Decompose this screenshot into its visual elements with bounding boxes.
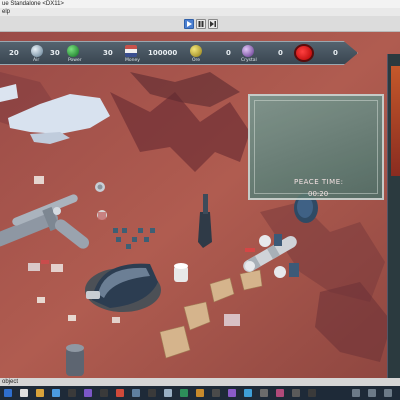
taskbar [0,386,400,400]
step-icon [210,21,216,27]
right-side-panel [387,54,400,378]
play-button[interactable] [184,19,194,29]
money-flag-icon [125,45,137,57]
resource-power-value: 30 [103,49,113,57]
pause-icon [198,21,204,27]
crystal-globe-icon [242,45,254,57]
right-panel-preview [391,66,400,176]
files-icon[interactable] [292,389,300,397]
editor-icon[interactable] [100,389,108,397]
resource-air-value: 30 [50,49,60,57]
menu-bar: elp [0,8,400,16]
mars-terrain [0,32,400,378]
resource-ore-value: 0 [226,49,231,57]
resource-crystal-value: 0 [278,49,283,57]
peace-time-value: 00:20 [308,190,329,198]
tool-icon[interactable] [132,389,140,397]
folder-icon[interactable] [36,389,44,397]
vs-icon[interactable] [228,389,236,397]
music-icon[interactable] [276,389,284,397]
terminal-icon[interactable] [212,389,220,397]
pause-button[interactable] [196,19,206,29]
resource-air-label: Air [33,58,40,63]
peace-time-label: PEACE TIME: [294,178,344,186]
alert-icon[interactable] [294,44,314,62]
status-bar: object [0,378,400,386]
resource-power-label: Power [68,58,82,63]
app-icon[interactable] [84,389,92,397]
chat-icon[interactable] [180,389,188,397]
air-globe-icon [31,45,43,57]
ore-globe-icon [190,45,202,57]
misc-icon[interactable] [308,389,316,397]
window-icon[interactable] [164,389,172,397]
window-title: ue Standalone <DX11> [2,1,64,7]
network-icon[interactable] [384,389,392,397]
resource-hud: 20 30 Air 30 Power 100000 Money 0 Ore 0 … [0,41,358,65]
unreal-icon[interactable] [68,389,76,397]
search-icon[interactable] [20,389,28,397]
media-icon[interactable] [116,389,124,397]
resource-money-value: 100000 [148,49,178,57]
tray-icon[interactable] [352,389,360,397]
mail-icon[interactable] [244,389,252,397]
volume-icon[interactable] [368,389,376,397]
resource-money-label: Money [125,58,140,63]
menu-item-help[interactable]: elp [2,8,10,16]
settings-icon[interactable] [260,389,268,397]
image-icon[interactable] [196,389,204,397]
resource-alert-value: 0 [333,49,338,57]
start-icon[interactable] [4,389,12,397]
browser-icon[interactable] [52,389,60,397]
power-globe-icon [67,45,79,57]
title-bar: ue Standalone <DX11> [0,0,400,8]
game-icon[interactable] [148,389,156,397]
resource-unknown-value: 20 [9,49,19,57]
play-toolbar [0,16,400,32]
game-viewport[interactable]: 20 30 Air 30 Power 100000 Money 0 Ore 0 … [0,32,400,378]
step-button[interactable] [208,19,218,29]
resource-crystal-label: Crystal [241,58,257,63]
resource-ore-label: Ore [192,58,201,63]
play-icon [187,21,192,27]
status-text: object [2,379,19,385]
